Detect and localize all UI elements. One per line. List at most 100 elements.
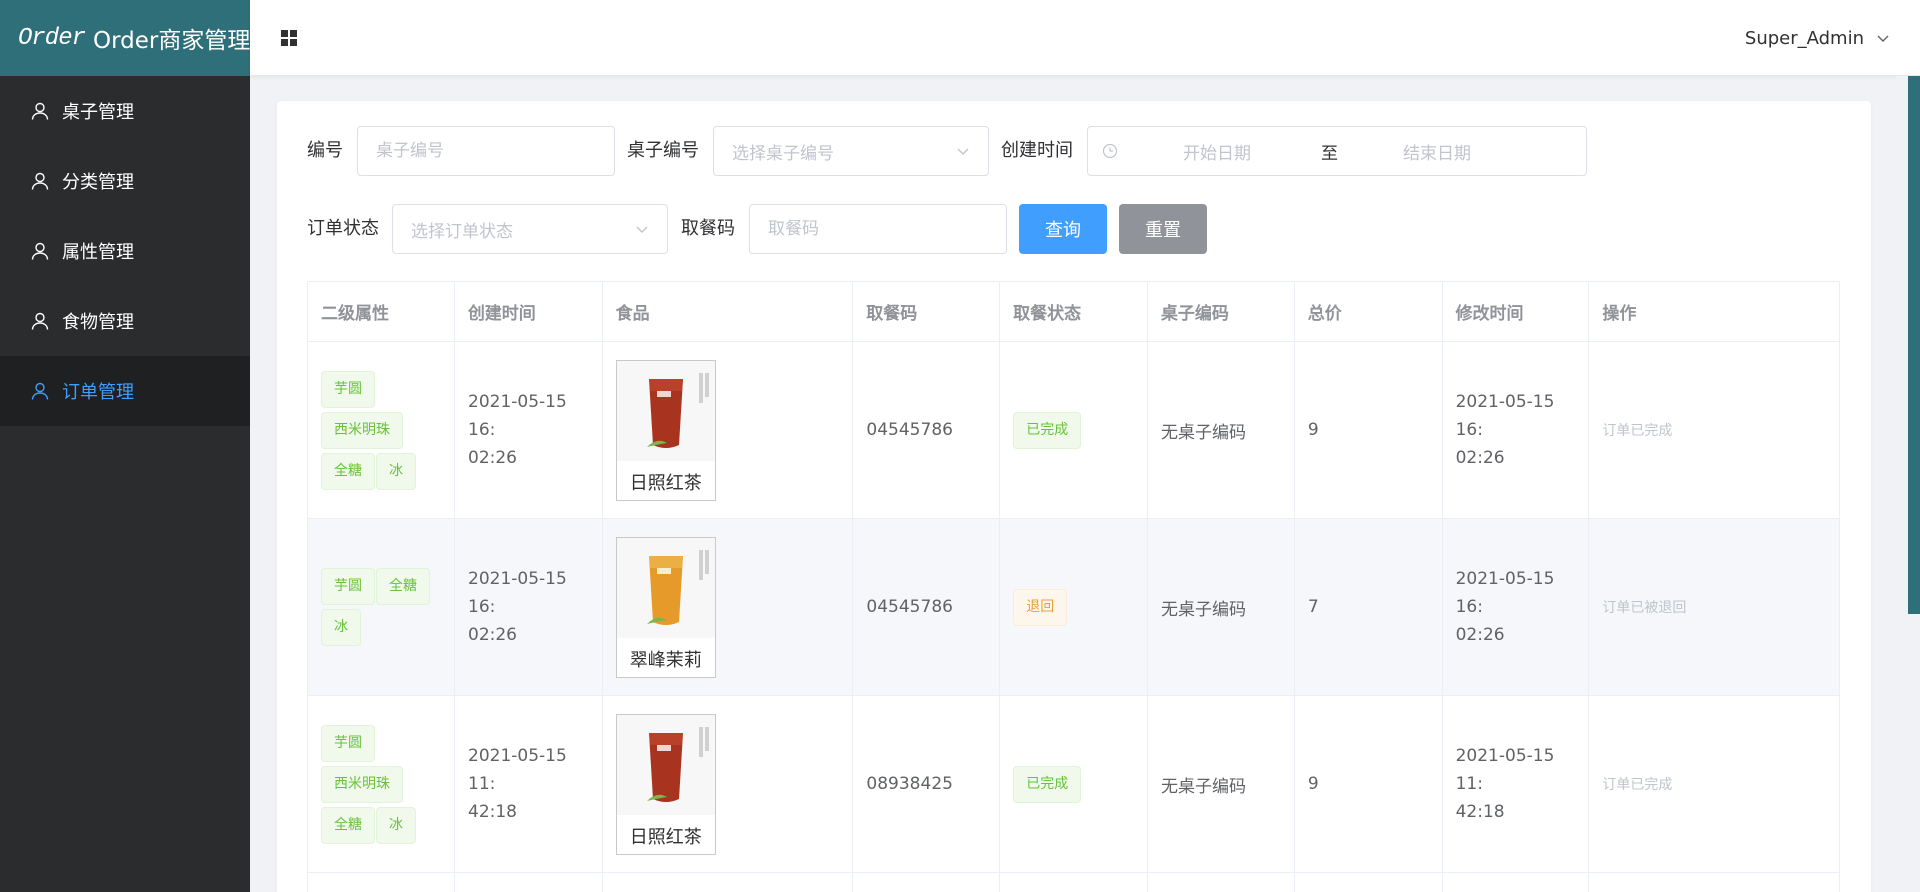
status-badge: 退回 — [1013, 588, 1068, 626]
attribute-tag: 冰 — [376, 806, 416, 844]
pickup-input[interactable] — [749, 204, 1007, 254]
operation-text: 订单已被退回 — [1602, 600, 1687, 616]
table-label: 桌子编号 — [627, 140, 699, 161]
food-card[interactable]: 日照红茶 — [615, 359, 716, 501]
operation-text: 订单已完成 — [1602, 423, 1673, 439]
user-icon — [31, 242, 49, 260]
table-code: 无桌子编码 — [1148, 519, 1295, 695]
id-input[interactable] — [357, 126, 615, 176]
food-image — [616, 360, 715, 461]
created-time: 2021-05-15 16: 02:26 — [468, 392, 567, 468]
table-header: 二级属性 创建时间 食品 取餐码 取餐状态 桌子编码 总价 修改时间 操作 — [308, 282, 1839, 342]
column-header[interactable]: 食品 — [603, 282, 854, 341]
sidebar-item-foods[interactable]: 食物管理 — [0, 286, 250, 356]
clock-icon — [1102, 143, 1118, 159]
attribute-tag: 芋圆 — [321, 568, 375, 605]
column-header[interactable]: 取餐码 — [853, 282, 1001, 341]
sidebar-item-label: 桌子管理 — [62, 102, 134, 123]
status-label: 订单状态 — [307, 218, 379, 239]
orders-card: 编号 桌子编号 选择桌子编号 创建时间 开始日期 至 结束日期 订单状态 选择订… — [277, 101, 1871, 892]
food-card[interactable]: 翠峰茉莉 — [615, 536, 716, 678]
user-icon — [31, 172, 49, 190]
table-row[interactable]: 芋圆 全糖 冰 2021-05-15 16: 02:26 翠峰茉莉 0454578… — [308, 519, 1839, 696]
pickup-code: 08938425 — [853, 696, 1001, 872]
column-header[interactable]: 桌子编码 — [1148, 282, 1295, 341]
column-header[interactable]: 总价 — [1295, 282, 1443, 341]
created-time: 2021-05-15 11: 42:18 — [468, 746, 567, 822]
operation-text: 订单已完成 — [1602, 777, 1673, 793]
created-time: 2021-05-15 16: 02:26 — [468, 569, 567, 645]
user-icon — [31, 382, 49, 400]
sidebar-item-label: 分类管理 — [62, 172, 134, 193]
sidebar-item-label: 订单管理 — [62, 382, 134, 403]
sidebar-item-label: 食物管理 — [62, 312, 134, 333]
attribute-tag: 全糖 — [321, 806, 375, 844]
created-label: 创建时间 — [1001, 140, 1073, 161]
status-select[interactable]: 选择订单状态 — [392, 204, 668, 254]
table-select-placeholder: 选择桌子编号 — [732, 143, 834, 164]
status-badge: 已完成 — [1013, 411, 1082, 449]
chevron-down-icon — [636, 226, 648, 233]
table-select[interactable]: 选择桌子编号 — [713, 126, 989, 176]
sidebar-item-tables[interactable]: 桌子管理 — [0, 76, 250, 146]
column-header[interactable]: 修改时间 — [1443, 282, 1590, 341]
username: Super_Admin — [1744, 27, 1864, 49]
attribute-tag: 全糖 — [321, 452, 375, 490]
total-price: 9 — [1295, 696, 1443, 872]
grid-icon[interactable] — [281, 30, 297, 46]
attribute-tags: 芋圆 西米明珠 全糖 冰 — [321, 370, 441, 490]
pickup-code: 04545786 — [853, 519, 1001, 695]
table-row[interactable] — [308, 873, 1839, 892]
start-date[interactable]: 开始日期 — [1183, 139, 1251, 164]
modified-time: 2021-05-15 16: 02:26 — [1455, 392, 1555, 468]
attribute-tag: 冰 — [376, 452, 416, 490]
date-range-picker[interactable]: 开始日期 至 结束日期 — [1087, 126, 1587, 176]
attribute-tag: 西米明珠 — [321, 411, 403, 449]
attribute-tag: 西米明珠 — [321, 765, 403, 803]
food-image — [616, 537, 715, 638]
query-button[interactable]: 查询 — [1019, 204, 1107, 254]
food-name: 日照红茶 — [629, 826, 702, 848]
food-name: 翠峰茉莉 — [629, 649, 702, 671]
food-name: 日照红茶 — [629, 472, 702, 494]
attribute-tag: 芋圆 — [321, 724, 375, 762]
pickup-code: 04545786 — [853, 342, 1001, 518]
column-header[interactable]: 二级属性 — [308, 282, 455, 341]
reset-button[interactable]: 重置 — [1119, 204, 1207, 254]
food-card[interactable]: 日照红茶 — [615, 713, 716, 855]
attribute-tag: 芋圆 — [321, 370, 375, 408]
table-code: 无桌子编码 — [1148, 696, 1295, 872]
logo: Order Order商家管理 — [0, 0, 250, 76]
scrollbar[interactable] — [1896, 76, 1920, 892]
top-header: Super_Admin — [250, 0, 1920, 76]
food-image — [616, 714, 715, 815]
table-row[interactable]: 芋圆 西米明珠 全糖 冰 2021-05-15 11: 42:18 日照红茶 08… — [308, 696, 1839, 873]
modified-time: 2021-05-15 16: 02:26 — [1455, 569, 1555, 645]
total-price: 7 — [1295, 519, 1443, 695]
table-row[interactable]: 芋圆 西米明珠 全糖 冰 2021-05-15 16: 02:26 日照红茶 04… — [308, 342, 1839, 519]
orders-table: 二级属性 创建时间 食品 取餐码 取餐状态 桌子编码 总价 修改时间 操作 芋圆… — [307, 281, 1840, 892]
status-badge: 已完成 — [1013, 765, 1082, 803]
id-label: 编号 — [307, 140, 343, 161]
sidebar: Order Order商家管理 桌子管理 分类管理 属性管理 食物管理 订单管理 — [0, 0, 250, 892]
user-menu[interactable]: Super_Admin — [1745, 0, 1890, 76]
status-select-placeholder: 选择订单状态 — [411, 221, 513, 242]
attribute-tags: 芋圆 西米明珠 全糖 冰 — [321, 724, 441, 844]
column-header[interactable]: 取餐状态 — [1000, 282, 1148, 341]
modified-time: 2021-05-15 11: 42:18 — [1455, 746, 1555, 822]
sidebar-item-orders[interactable]: 订单管理 — [0, 356, 250, 426]
column-header[interactable]: 创建时间 — [455, 282, 603, 341]
logo-brand: Order — [18, 24, 86, 52]
end-date[interactable]: 结束日期 — [1403, 139, 1471, 164]
attribute-tags: 芋圆 全糖 冰 — [321, 568, 441, 646]
sidebar-item-label: 属性管理 — [62, 242, 134, 263]
sidebar-item-attributes[interactable]: 属性管理 — [0, 216, 250, 286]
range-separator: 至 — [1321, 143, 1338, 164]
table-code: 无桌子编码 — [1148, 342, 1295, 518]
attribute-tag: 全糖 — [376, 568, 430, 605]
attribute-tag: 冰 — [321, 609, 361, 646]
pickup-label: 取餐码 — [681, 218, 735, 239]
user-icon — [31, 102, 49, 120]
column-header[interactable]: 操作 — [1589, 282, 1839, 341]
sidebar-item-categories[interactable]: 分类管理 — [0, 146, 250, 216]
